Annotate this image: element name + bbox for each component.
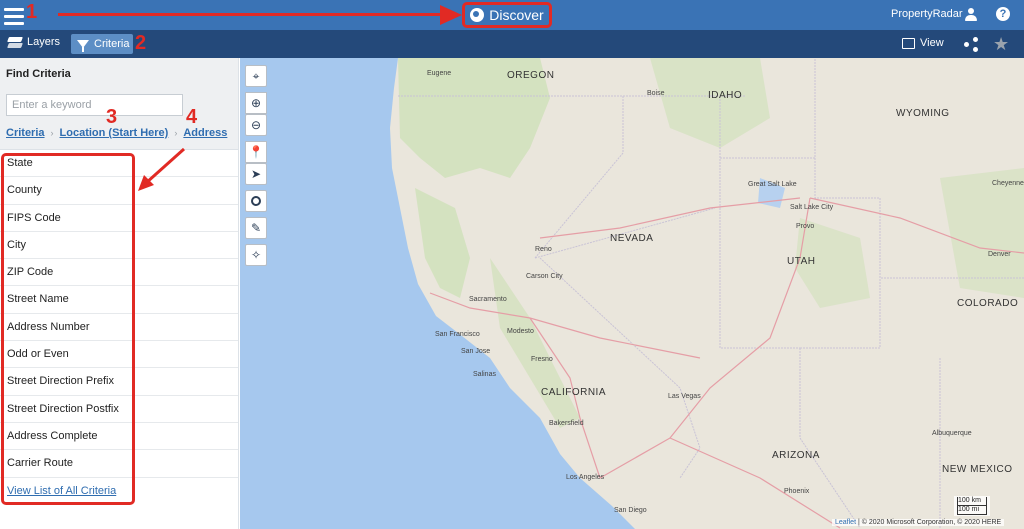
user-icon[interactable] [964,8,978,22]
map-city-carson-city: Carson City [526,273,563,280]
map-label-california: CALIFORNIA [541,387,607,398]
map-label-colorado: COLORADO [957,298,1019,309]
map-city-cheyenne: Cheyenne [992,180,1024,187]
leaflet-link[interactable]: Leaflet [835,519,856,526]
map-label-idaho: IDAHO [708,90,743,101]
sidebar-header: Find Criteria Criteria › Location (Start… [0,58,238,150]
zoom-out-button[interactable]: ⊖ [245,114,267,136]
map-terrain [390,58,1024,529]
navigation-arrow-icon: ➤ [250,167,262,181]
ruler-icon: ✎ [250,221,262,235]
annotation-arrow-list [138,147,186,191]
brand-name[interactable]: PropertyRadar [891,8,963,20]
map-label-new-mexico: NEW MEXICO [942,464,1013,475]
layers-button[interactable]: Layers [7,36,61,48]
star-icon[interactable]: ★ [993,34,1009,55]
map-city-las-vegas: Las Vegas [668,393,701,400]
filter-icon [77,40,89,52]
annotation-2: 2 [135,32,147,54]
pushpin-icon: 📍 [248,145,264,159]
hamburger-menu-icon[interactable] [4,4,24,26]
scale-km: 100 km [957,497,987,506]
map-scale: 100 km 100 mi [954,496,990,516]
zoom-in-button[interactable]: ⊕ [245,92,267,114]
locate-pin-button[interactable]: ⌖ [245,65,267,87]
draw-polygon-icon: ✧ [250,248,262,262]
map-controls: ⌖ ⊕ ⊖ 📍 ➤ ✎ ✧ [245,65,267,271]
layers-icon [7,36,23,48]
view-button[interactable]: View [902,37,944,49]
map-icon [902,37,915,49]
annotation-box-discover [462,2,552,28]
map-city-modesto: Modesto [507,328,534,335]
navigate-button[interactable]: ➤ [245,163,267,185]
view-label: View [920,37,944,49]
map-city-provo: Provo [796,223,815,230]
pin-button[interactable]: 📍 [245,141,267,163]
chevron-right-icon: › [50,128,54,138]
annotation-arrowhead-icon [440,5,462,25]
map-view[interactable]: OREGON IDAHO WYOMING NEVADA UTAH COLORAD… [240,58,1024,529]
map-city-reno: Reno [535,246,552,253]
draw-shape-button[interactable]: ✧ [245,244,267,266]
location-pin-icon: ⌖ [252,68,260,83]
map-label-nevada: NEVADA [610,233,654,244]
map-label-arizona: ARIZONA [772,450,820,461]
map-city-san-jose: San Jose [461,348,491,355]
annotation-box-criteria-list [1,153,135,505]
map-city-sacramento: Sacramento [469,296,507,303]
map-city-los-angeles: Los Angeles [566,474,605,481]
annotation-arrow-1 [58,13,448,16]
map-city-eugene: Eugene [427,70,452,77]
map-city-san-diego: San Diego [614,507,647,514]
map-city-boise: Boise [647,90,665,97]
attribution-text: | © 2020 Microsoft Corporation, © 2020 H… [856,519,1002,526]
layers-label: Layers [27,36,61,48]
map-label-oregon: OREGON [507,70,555,81]
map-city-fresno: Fresno [531,356,553,363]
measure-button[interactable]: ✎ [245,217,267,239]
map-city-bakersfield: Bakersfield [549,420,584,427]
chevron-right-icon: › [174,128,178,138]
keyword-search-input[interactable] [6,94,183,116]
annotation-4: 4 [186,106,198,128]
map-city-salt-lake-city: Salt Lake City [790,204,834,211]
breadcrumb-criteria[interactable]: Criteria [6,127,45,139]
map-label-wyoming: WYOMING [896,108,950,119]
criteria-label: Criteria [94,38,130,50]
map-city-san-francisco: San Francisco [435,331,480,338]
share-icon[interactable] [964,37,978,52]
scale-mi: 100 mi [957,506,987,515]
map-attribution: Leaflet | © 2020 Microsoft Corporation, … [832,519,1005,526]
map-city-phoenix: Phoenix [784,488,810,495]
map-city-denver: Denver [988,251,1011,258]
help-icon[interactable]: ? [996,7,1010,21]
globe-view-button[interactable] [245,190,267,212]
toolbar: Layers Criteria View ★ [0,30,1024,58]
zoom-out-icon: ⊖ [250,118,262,132]
map-city-great-salt-lake: Great Salt Lake [748,181,797,188]
map-city-salinas: Salinas [473,371,496,378]
find-criteria-title: Find Criteria [6,68,71,80]
zoom-in-icon: ⊕ [250,96,262,110]
map-label-utah: UTAH [787,256,816,267]
breadcrumb: Criteria › Location (Start Here) › Addre… [6,127,232,139]
annotation-3: 3 [106,106,118,128]
criteria-button[interactable]: Criteria [71,34,133,54]
map-city-albuquerque: Albuquerque [932,430,972,437]
annotation-1: 1 [26,1,38,23]
globe-icon [251,196,261,206]
